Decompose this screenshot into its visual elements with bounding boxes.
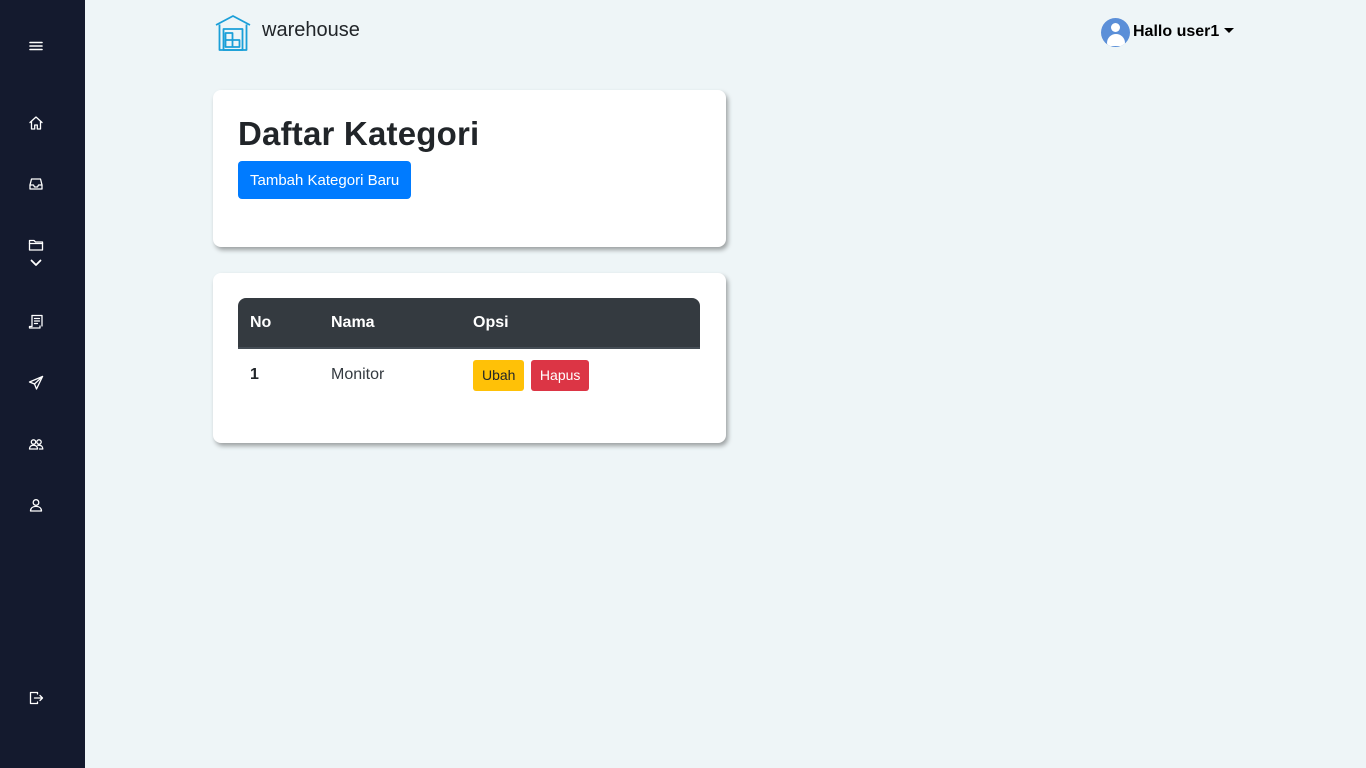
table-row: 1 Monitor Ubah Hapus: [238, 348, 700, 401]
sidebar-item-home[interactable]: [20, 107, 52, 139]
user-circle-icon: [1101, 18, 1130, 47]
sidebar-item-profile[interactable]: [20, 489, 52, 521]
hamburger-menu-button[interactable]: [20, 30, 52, 62]
delete-button[interactable]: Hapus: [530, 359, 590, 391]
sidebar-item-send[interactable]: [20, 367, 52, 399]
add-category-button[interactable]: Tambah Kategori Baru: [238, 161, 412, 199]
sidebar-item-users[interactable]: [20, 428, 52, 460]
logout-icon: [29, 691, 44, 705]
header-no: No: [238, 298, 319, 349]
receipt-icon: [28, 314, 43, 329]
warehouse-icon: [214, 14, 252, 52]
header-card: Daftar Kategori Tambah Kategori Baru: [213, 90, 726, 247]
folder-icon: [28, 239, 44, 251]
send-icon: [28, 375, 44, 390]
sidebar: [0, 0, 85, 768]
inbox-icon: [29, 178, 43, 190]
hamburger-icon: [29, 41, 43, 51]
page-title: Daftar Kategori: [238, 115, 480, 152]
caret-down-icon: [1224, 28, 1235, 33]
home-icon: [29, 116, 43, 130]
edit-button[interactable]: Ubah: [473, 359, 525, 391]
table-header-row: No Nama Opsi: [238, 298, 700, 349]
category-table: No Nama Opsi 1 Monitor Ubah Hapus: [238, 298, 700, 401]
sidebar-item-inbox[interactable]: [20, 168, 52, 200]
header-nama: Nama: [319, 298, 461, 349]
brand-link[interactable]: warehouse: [214, 14, 360, 52]
user-greeting: Hallo user1: [1133, 22, 1220, 40]
brand-name: warehouse: [262, 18, 360, 41]
person-icon: [29, 499, 43, 512]
people-icon: [28, 439, 44, 450]
sidebar-item-logout[interactable]: [20, 682, 52, 714]
row-category-name: Monitor: [331, 366, 385, 383]
header-opsi: Opsi: [461, 298, 700, 349]
row-number: 1: [250, 366, 259, 383]
user-dropdown[interactable]: Hallo user1: [1101, 18, 1235, 47]
table-card: No Nama Opsi 1 Monitor Ubah Hapus: [213, 273, 726, 443]
row-actions: Ubah Hapus: [461, 348, 700, 401]
sidebar-item-report[interactable]: [20, 306, 52, 338]
chevron-down-icon[interactable]: [28, 257, 44, 269]
